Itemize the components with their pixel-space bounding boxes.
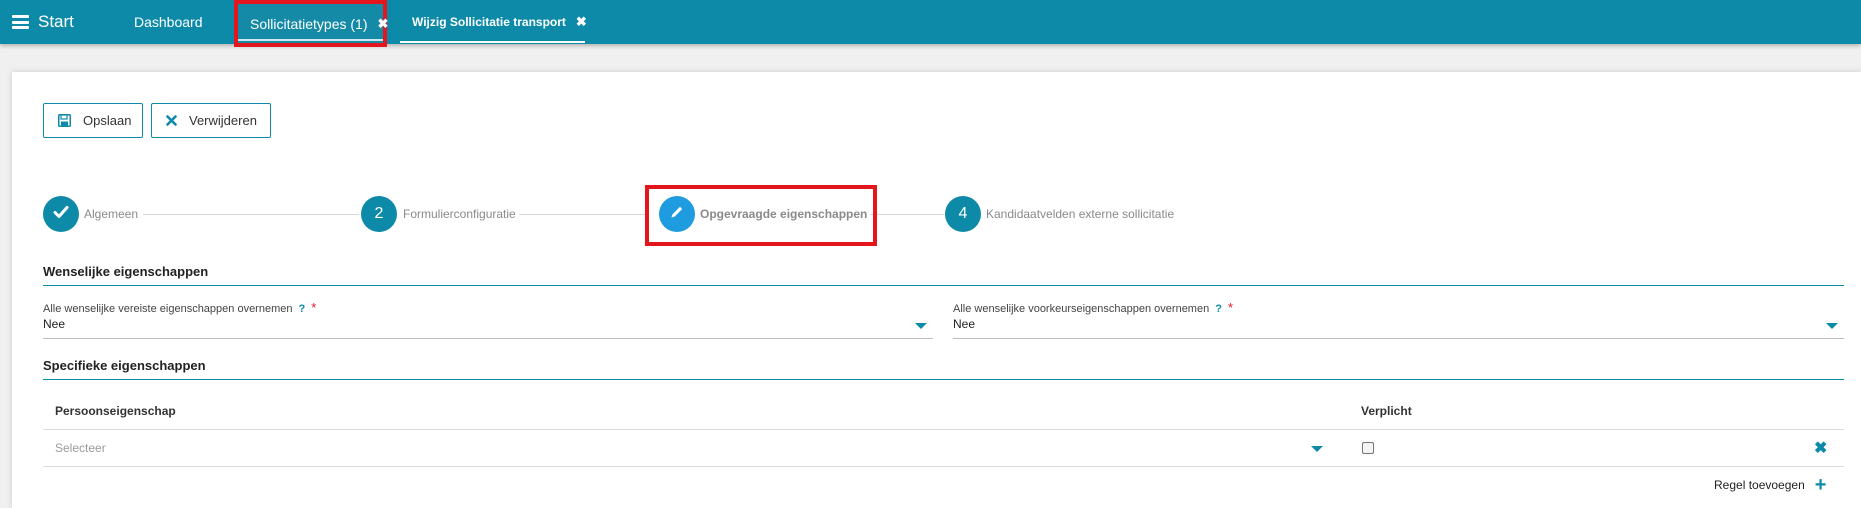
select-value: Nee <box>953 317 976 331</box>
field-label-vereiste: Alle wenselijke vereiste eigenschappen o… <box>43 300 316 315</box>
tab-label: Wijzig Sollicitatie transport <box>412 15 566 29</box>
step-4-label[interactable]: Kandidaatvelden externe sollicitatie <box>986 207 1174 221</box>
close-icon[interactable]: ✖ <box>576 14 587 30</box>
step-2-circle[interactable]: 2 <box>361 196 397 232</box>
column-header-persoonseigenschap: Persoonseigenschap <box>55 404 176 418</box>
hamburger-icon <box>12 15 29 29</box>
start-menu-button[interactable]: Start <box>12 12 74 32</box>
save-label: Opslaan <box>83 113 132 128</box>
select-placeholder: Selecteer <box>55 441 106 455</box>
select-persoonseigenschap[interactable]: Selecteer <box>43 431 1333 465</box>
step-connector <box>519 214 645 215</box>
select-vereiste-eigenschappen[interactable]: Nee <box>43 315 933 339</box>
tab-wijzig-sollicitatie[interactable]: Wijzig Sollicitatie transport ✖ <box>400 0 587 44</box>
close-icon[interactable]: ✖ <box>378 16 389 32</box>
chevron-down-icon <box>915 323 927 329</box>
help-icon[interactable]: ? <box>298 303 305 315</box>
tab-dashboard[interactable]: Dashboard <box>134 0 203 44</box>
step-1-label[interactable]: Algemeen <box>84 207 138 221</box>
select-value: Nee <box>43 317 66 331</box>
floppy-disk-icon <box>58 114 71 127</box>
step-2-label[interactable]: Formulierconfiguratie <box>403 207 516 221</box>
chevron-down-icon <box>1826 323 1838 329</box>
add-row-button[interactable]: Regel toevoegen + <box>1714 474 1827 496</box>
add-row-label: Regel toevoegen <box>1714 478 1805 492</box>
required-marker: * <box>311 300 317 315</box>
field-label-text: Alle wenselijke vereiste eigenschappen o… <box>43 303 293 315</box>
select-voorkeurseigenschappen[interactable]: Nee <box>953 315 1844 339</box>
start-label: Start <box>38 12 74 31</box>
verplicht-checkbox[interactable] <box>1362 442 1374 454</box>
step-3-circle[interactable] <box>659 196 695 232</box>
step-connector <box>143 214 359 215</box>
step-3-label[interactable]: Opgevraagde eigenschappen <box>700 207 867 221</box>
required-marker: * <box>1227 300 1234 315</box>
save-button[interactable]: Opslaan <box>43 103 143 138</box>
step-number: 2 <box>374 205 384 222</box>
section-divider <box>43 379 1844 380</box>
tab-label: Dashboard <box>134 14 203 30</box>
step-1-circle[interactable] <box>43 196 79 232</box>
delete-button[interactable]: Verwijderen <box>151 103 271 138</box>
step-4-circle[interactable]: 4 <box>945 196 981 232</box>
top-bar: Start Dashboard Sollicitatietypes (1) ✖ … <box>0 0 1861 47</box>
field-label-voorkeur: Alle wenselijke voorkeurseigenschappen o… <box>953 300 1233 315</box>
close-icon <box>166 115 177 126</box>
step-number: 4 <box>958 205 968 222</box>
tab-underline <box>400 41 585 43</box>
chevron-down-icon <box>1311 446 1323 452</box>
tab-label: Sollicitatietypes (1) <box>250 15 368 32</box>
column-header-verplicht: Verplicht <box>1361 404 1412 418</box>
table-divider <box>43 429 1844 430</box>
check-icon <box>53 205 69 224</box>
remove-row-icon[interactable]: ✖ <box>1814 438 1827 458</box>
plus-icon: + <box>1814 474 1827 496</box>
help-icon[interactable]: ? <box>1215 303 1222 315</box>
section-title-specifiek: Specifieke eigenschappen <box>43 358 206 373</box>
section-divider <box>43 285 1844 286</box>
table-divider <box>43 466 1844 467</box>
step-connector <box>870 214 944 215</box>
delete-label: Verwijderen <box>189 113 257 128</box>
tab-underline <box>238 39 383 41</box>
field-label-text: Alle wenselijke voorkeurseigenschappen o… <box>953 303 1210 315</box>
section-title-wenselijk: Wenselijke eigenschappen <box>43 264 209 279</box>
pencil-icon <box>669 204 685 225</box>
tab-sollicitatietypes[interactable]: Sollicitatietypes (1) ✖ <box>234 0 389 47</box>
